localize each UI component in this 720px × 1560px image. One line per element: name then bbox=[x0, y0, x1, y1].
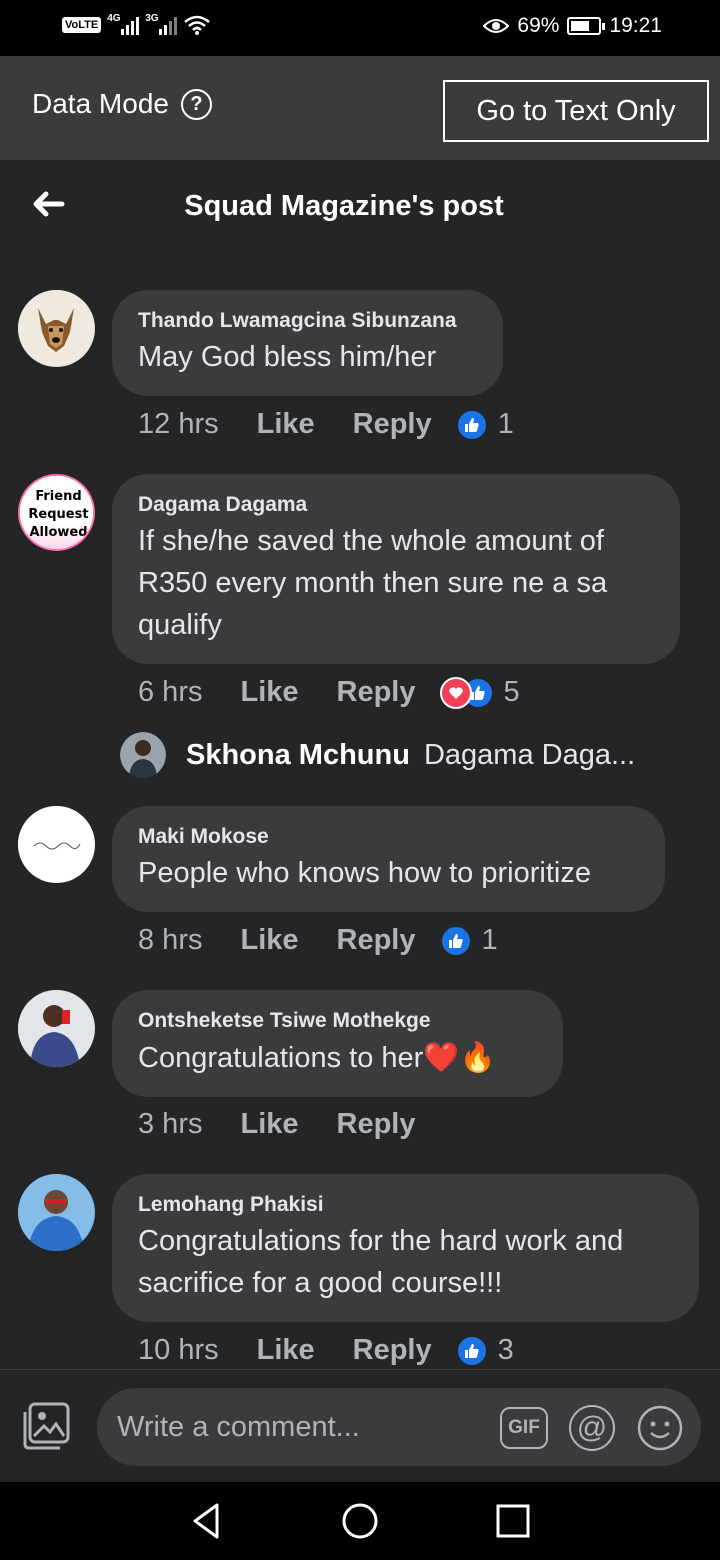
comment-bubble: Lemohang Phakisi Congratulations for the… bbox=[112, 1174, 699, 1322]
comment-text-body: Congratulations to her bbox=[138, 1042, 424, 1074]
comment-time[interactable]: 3 hrs bbox=[138, 1108, 202, 1141]
comment-text: People who knows how to prioritize bbox=[138, 857, 591, 889]
reaction-count: 1 bbox=[481, 924, 498, 956]
avatar[interactable] bbox=[18, 290, 95, 367]
like-button[interactable]: Like bbox=[257, 408, 315, 441]
reply-preview[interactable]: Skhona Mchunu Dagama Daga... bbox=[120, 732, 635, 778]
status-bar: VoLTE 4G 3G 69% 19:21 bbox=[0, 0, 720, 56]
reply-author: Skhona Mchunu bbox=[186, 738, 410, 771]
reply-button[interactable]: Reply bbox=[337, 1108, 416, 1141]
comment-author[interactable]: Maki Mokose bbox=[138, 822, 639, 852]
comment-emoji: ❤️🔥 bbox=[423, 1040, 496, 1074]
reaction-count: 5 bbox=[503, 676, 520, 708]
like-button[interactable]: Like bbox=[240, 924, 298, 957]
comment-author[interactable]: Ontsheketse Tsiwe Mothekge bbox=[138, 1006, 537, 1036]
battery-percent: 69% bbox=[517, 14, 560, 37]
comment-actions: 10 hrs Like Reply 3 bbox=[138, 1334, 514, 1367]
nav-recents-icon[interactable] bbox=[493, 1501, 533, 1541]
comment-actions: 6 hrs Like Reply 5 bbox=[138, 676, 520, 709]
nav-back-icon[interactable] bbox=[187, 1501, 227, 1541]
comment-bubble: Thando Lwamagcina Sibunzana May God bles… bbox=[112, 290, 503, 396]
reaction-count: 1 bbox=[497, 408, 514, 440]
comment-text: May God bless him/her bbox=[138, 341, 437, 373]
help-icon[interactable]: ? bbox=[180, 88, 212, 120]
reaction-summary[interactable]: 5 bbox=[439, 676, 520, 709]
like-reaction-icon bbox=[455, 408, 488, 441]
comment-bubble: Ontsheketse Tsiwe Mothekge Congratulatio… bbox=[112, 990, 563, 1097]
gif-icon[interactable]: GIF bbox=[500, 1407, 548, 1449]
battery-icon bbox=[567, 17, 606, 35]
comments-view: Squad Magazine's post Thando Lwamagcina … bbox=[0, 160, 720, 1369]
reaction-summary[interactable]: 3 bbox=[455, 1334, 514, 1367]
like-reaction-icon bbox=[439, 924, 472, 957]
emoji-icon[interactable] bbox=[637, 1405, 683, 1451]
like-reaction-icon bbox=[455, 1334, 488, 1367]
comment-text: If she/he saved the whole amount of R350… bbox=[138, 525, 608, 641]
clock: 19:21 bbox=[609, 14, 662, 37]
status-right: 69% 19:21 bbox=[483, 14, 662, 38]
comment-time[interactable]: 6 hrs bbox=[138, 676, 202, 709]
comment-time[interactable]: 10 hrs bbox=[138, 1334, 219, 1367]
comment-author[interactable]: Dagama Dagama bbox=[138, 490, 654, 520]
status-left: VoLTE 4G 3G bbox=[62, 13, 211, 36]
reply-avatar bbox=[120, 732, 166, 778]
like-button[interactable]: Like bbox=[257, 1334, 315, 1367]
comment-time[interactable]: 12 hrs bbox=[138, 408, 219, 441]
comment-author[interactable]: Lemohang Phakisi bbox=[138, 1190, 673, 1220]
signal-generation-1: 4G bbox=[107, 13, 121, 24]
comment-time[interactable]: 8 hrs bbox=[138, 924, 202, 957]
comment-bubble: Maki Mokose People who knows how to prio… bbox=[112, 806, 665, 912]
comment-actions: 3 hrs Like Reply bbox=[138, 1108, 454, 1141]
comment-author[interactable]: Thando Lwamagcina Sibunzana bbox=[138, 306, 477, 336]
reaction-summary[interactable]: 1 bbox=[455, 408, 514, 441]
avatar-text-line: Friend bbox=[35, 488, 82, 504]
avatar[interactable] bbox=[18, 990, 95, 1067]
reply-button[interactable]: Reply bbox=[337, 676, 416, 709]
reply-button[interactable]: Reply bbox=[353, 1334, 432, 1367]
comment-actions: 12 hrs Like Reply 1 bbox=[138, 408, 514, 441]
comment-bubble: Dagama Dagama If she/he saved the whole … bbox=[112, 474, 680, 664]
mention-icon[interactable]: @ bbox=[569, 1405, 615, 1451]
reply-snippet: Dagama Daga... bbox=[423, 738, 636, 771]
like-button[interactable]: Like bbox=[240, 676, 298, 709]
comment-composer: GIF @ bbox=[0, 1369, 720, 1482]
eye-icon bbox=[483, 19, 510, 33]
go-to-text-only-button[interactable]: Go to Text Only bbox=[443, 80, 709, 142]
signal-icon-2: 3G bbox=[145, 13, 178, 35]
comment-actions: 8 hrs Like Reply 1 bbox=[138, 924, 498, 957]
data-mode-label-group: Data Mode ? bbox=[32, 88, 212, 120]
reaction-summary[interactable]: 1 bbox=[439, 924, 498, 957]
data-mode-bar: Data Mode ? Go to Text Only bbox=[0, 56, 720, 160]
avatar-text-line: Allowed bbox=[29, 524, 88, 540]
system-nav-bar bbox=[0, 1482, 720, 1560]
signal-generation-2: 3G bbox=[145, 13, 159, 24]
avatar-text-line: Request bbox=[28, 506, 89, 522]
page-title: Squad Magazine's post bbox=[184, 190, 504, 222]
avatar[interactable]: Friend Request Allowed bbox=[18, 474, 95, 551]
comment-text: Congratulations for the hard work and sa… bbox=[138, 1225, 624, 1299]
avatar[interactable] bbox=[18, 806, 95, 883]
nav-home-icon[interactable] bbox=[340, 1501, 380, 1541]
reply-button[interactable]: Reply bbox=[337, 924, 416, 957]
photo-icon[interactable] bbox=[22, 1402, 72, 1450]
love-reaction-icon bbox=[439, 676, 472, 709]
signal-icon: 4G bbox=[107, 13, 140, 35]
like-button[interactable]: Like bbox=[240, 1108, 298, 1141]
avatar[interactable] bbox=[18, 1174, 95, 1251]
reply-button[interactable]: Reply bbox=[353, 408, 432, 441]
comment-text: Congratulations to her❤️🔥 bbox=[138, 1036, 537, 1079]
reaction-count: 3 bbox=[497, 1334, 514, 1366]
wifi-icon bbox=[184, 15, 211, 35]
data-mode-label: Data Mode bbox=[32, 88, 169, 119]
volte-badge: VoLTE bbox=[62, 17, 102, 33]
